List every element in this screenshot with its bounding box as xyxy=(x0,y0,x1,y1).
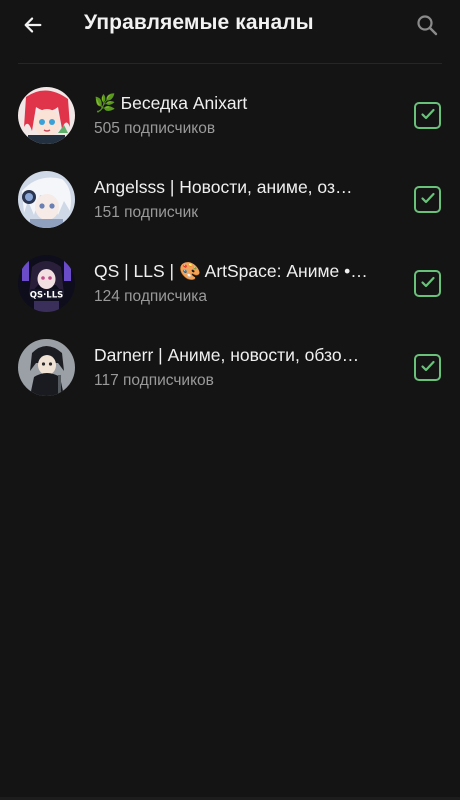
check-icon xyxy=(420,106,436,126)
subscriber-count: 117 подписчиков xyxy=(94,372,214,389)
subscriber-count: 505 подписчиков xyxy=(94,120,216,137)
channel-name: Darnerr | Аниме, новости, обзо… xyxy=(94,345,360,365)
screen: Управляемые каналы 🌿 Беседка Anixart 505… xyxy=(0,0,460,800)
channel-list: 🌿 Беседка Anixart 505 подписчиков Angels… xyxy=(0,73,460,409)
channel-row-angelsss[interactable]: Angelsss | Новости, аниме, оз… 151 подпи… xyxy=(0,157,460,241)
svg-text:QS·LLS: QS·LLS xyxy=(30,291,64,301)
channel-avatar xyxy=(18,339,75,396)
page-title: Управляемые каналы xyxy=(84,11,314,34)
back-button[interactable] xyxy=(16,10,50,44)
top-app-bar: Управляемые каналы xyxy=(0,0,460,52)
channel-avatar: QS·LLS xyxy=(18,255,75,312)
check-icon xyxy=(420,274,436,294)
selected-checkbox[interactable] xyxy=(414,354,441,381)
check-icon xyxy=(420,190,436,210)
search-button[interactable] xyxy=(410,10,444,44)
channel-name: 🌿 Беседка Anixart xyxy=(94,93,248,113)
selected-checkbox[interactable] xyxy=(414,102,441,129)
channel-row-beseda-anixart[interactable]: 🌿 Беседка Anixart 505 подписчиков xyxy=(0,73,460,157)
channel-row-darnerr[interactable]: Darnerr | Аниме, новости, обзо… 117 подп… xyxy=(0,325,460,409)
channel-avatar xyxy=(18,87,75,144)
channel-avatar xyxy=(18,171,75,228)
selected-checkbox[interactable] xyxy=(414,270,441,297)
channel-name: Angelsss | Новости, аниме, оз… xyxy=(94,177,353,197)
header-divider xyxy=(18,63,442,64)
channel-name: QS | LLS | 🎨 ArtSpace: Аниме •… xyxy=(94,261,368,281)
search-icon xyxy=(415,13,439,41)
selected-checkbox[interactable] xyxy=(414,186,441,213)
subscriber-count: 151 подписчик xyxy=(94,204,199,221)
check-icon xyxy=(420,358,436,378)
channel-row-qs-lls[interactable]: QS·LLS QS | LLS | 🎨 ArtSpace: Аниме •… 1… xyxy=(0,241,460,325)
arrow-left-icon xyxy=(22,14,44,40)
subscriber-count: 124 подписчика xyxy=(94,288,207,305)
